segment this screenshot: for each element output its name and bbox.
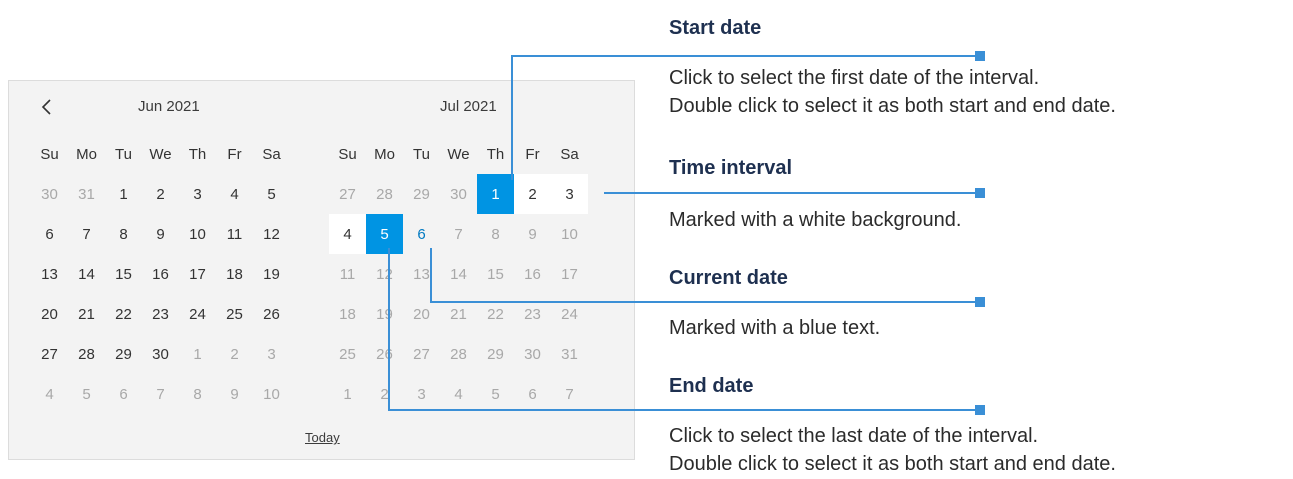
leader-marker-current xyxy=(975,297,985,307)
annotation-line: Double click to select it as both start … xyxy=(669,453,1116,475)
annotation-line: Double click to select it as both start … xyxy=(669,95,1116,117)
annotation-line: Click to select the first date of the in… xyxy=(669,67,1040,89)
annotation-line: Marked with a white background. xyxy=(669,209,962,231)
annotation-desc-current-date: Marked with a blue text. xyxy=(669,314,880,342)
annotation-title-start-date: Start date xyxy=(669,17,762,39)
leader-marker-end xyxy=(975,405,985,415)
leader-marker-start xyxy=(975,51,985,61)
annotation-desc-end-date: Click to select the last date of the int… xyxy=(669,422,1116,478)
annotation-desc-time-interval: Marked with a white background. xyxy=(669,206,961,234)
annotation-title-end-date: End date xyxy=(669,375,754,397)
annotation-line: Click to select the last date of the int… xyxy=(669,425,1039,447)
annotation-line: Marked with a blue text. xyxy=(669,317,881,339)
annotation-title-current-date: Current date xyxy=(669,267,788,289)
leader-marker-interval xyxy=(975,188,985,198)
annotation-desc-start-date: Click to select the first date of the in… xyxy=(669,64,1116,120)
annotation-title-time-interval: Time interval xyxy=(669,157,793,179)
